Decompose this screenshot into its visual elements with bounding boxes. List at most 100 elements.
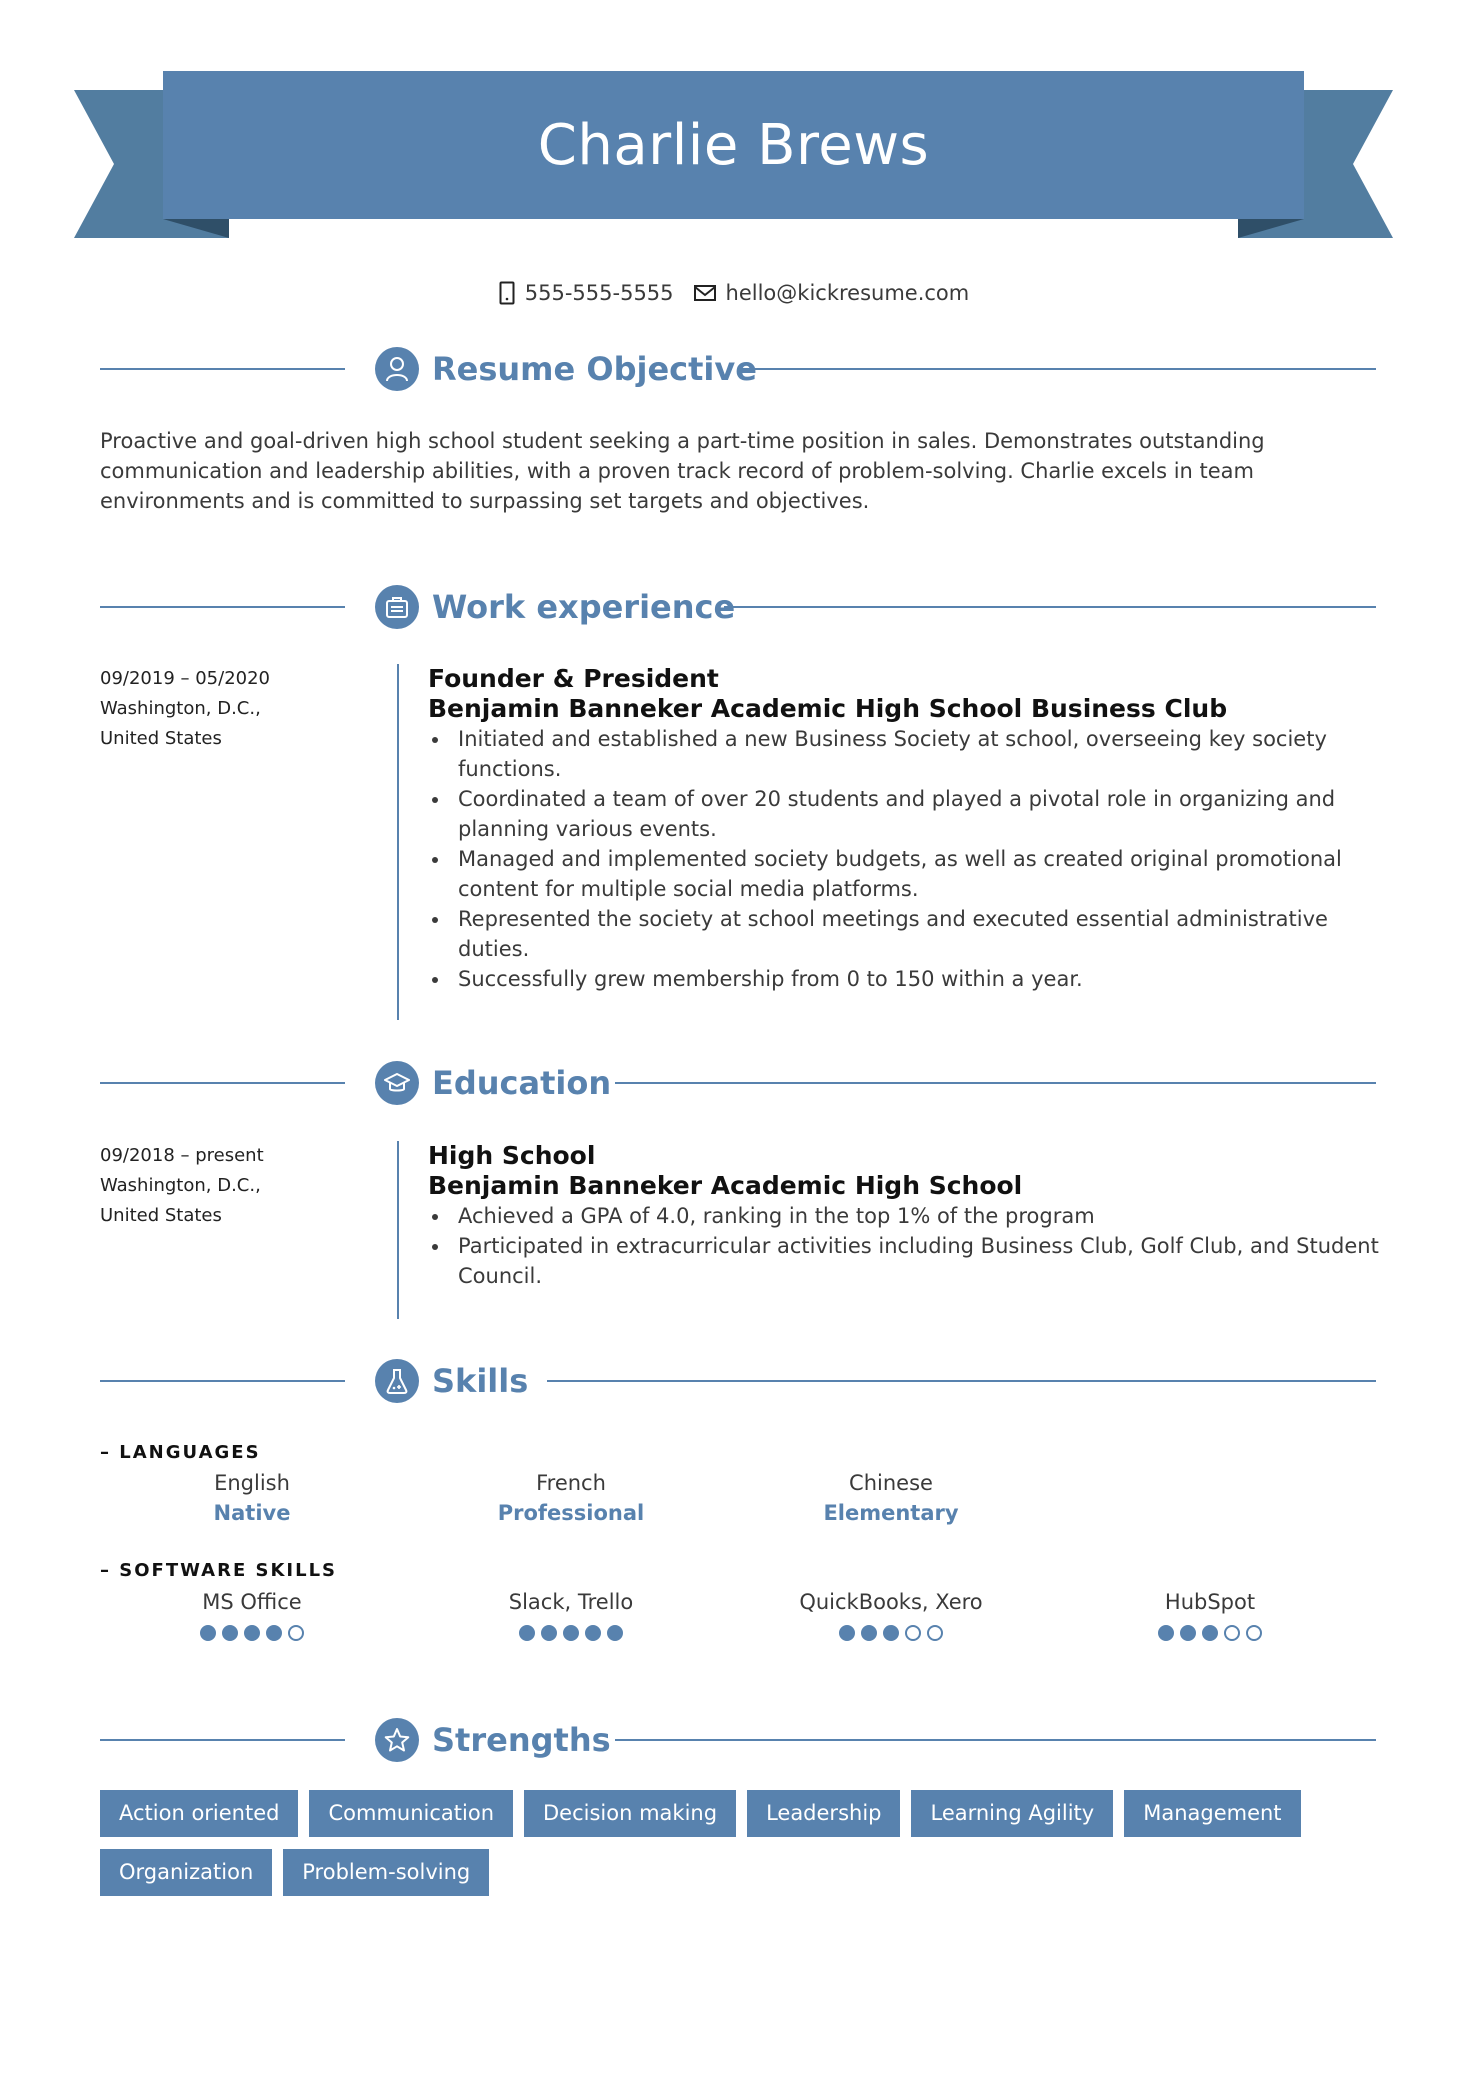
rating-dot-filled (1180, 1625, 1196, 1641)
rating-dot-filled (222, 1625, 238, 1641)
section-title: Education (432, 1064, 612, 1102)
entry-meta: 09/2019 – 05/2020 Washington, D.C., Unit… (100, 664, 360, 754)
briefcase-icon (375, 585, 419, 629)
strength-tag: Management (1124, 1790, 1301, 1837)
software-item: QuickBooks, Xero (761, 1587, 1021, 1641)
strength-tag: Organization (100, 1849, 273, 1896)
entry-divider (397, 1141, 399, 1319)
divider-line (740, 368, 1376, 370)
divider-line (100, 606, 345, 608)
language-level: Professional (497, 1501, 645, 1525)
section-title: Resume Objective (432, 350, 757, 388)
entry-city: Washington, D.C., (100, 1175, 261, 1196)
entry-organization: Benjamin Banneker Academic High School (428, 1171, 1023, 1200)
entry-organization: Benjamin Banneker Academic High School B… (428, 694, 1228, 723)
divider-line (100, 1380, 345, 1382)
rating-dot-filled (585, 1625, 601, 1641)
divider-line (724, 606, 1376, 608)
objective-text: Proactive and goal-driven high school st… (100, 429, 1265, 513)
rating-dot-filled (1158, 1625, 1174, 1641)
skill-rating (441, 1625, 701, 1641)
section-title: Strengths (432, 1721, 611, 1759)
language-item: English Native (122, 1468, 382, 1528)
language-name: English (214, 1471, 290, 1495)
phone-item: 555-555-5555 (499, 281, 674, 305)
language-name: French (536, 1471, 606, 1495)
language-level: Native (213, 1501, 291, 1525)
software-item: HubSpot (1080, 1587, 1340, 1641)
software-name: HubSpot (1164, 1590, 1256, 1614)
flask-icon (375, 1359, 419, 1403)
star-icon (375, 1718, 419, 1762)
contact-line: 555-555-5555 hello@kickresume.com (0, 276, 1468, 310)
strength-tag: Decision making (524, 1790, 737, 1837)
strength-tag: Learning Agility (911, 1790, 1114, 1837)
rating-dot-empty (905, 1625, 921, 1641)
strength-tag: Communication (309, 1790, 514, 1837)
envelope-icon (693, 285, 716, 301)
rating-dot-filled (519, 1625, 535, 1641)
rating-dot-filled (244, 1625, 260, 1641)
phone-number[interactable]: 555-555-5555 (525, 281, 674, 305)
bullet-item: Represented the society at school meetin… (428, 904, 1388, 964)
user-icon (375, 347, 419, 391)
divider-line (615, 1082, 1376, 1084)
section-header-work: Work experience (100, 583, 1376, 631)
entry-bullets: Initiated and established a new Business… (428, 724, 1388, 994)
entry-role: High School (428, 1141, 596, 1170)
language-item: Chinese Elementary (761, 1468, 1021, 1528)
divider-line (100, 1739, 345, 1741)
strength-tags: Action oriented Communication Decision m… (100, 1790, 1380, 1896)
entry-bullets: Achieved a GPA of 4.0, ranking in the to… (428, 1201, 1388, 1291)
software-name: MS Office (202, 1590, 302, 1614)
rating-dot-filled (607, 1625, 623, 1641)
languages-label: – LANGUAGES (100, 1442, 261, 1463)
entry-body: Founder & President Benjamin Banneker Ac… (428, 664, 1388, 994)
entry-dates: 09/2018 – present (100, 1145, 264, 1166)
divider-line (100, 368, 345, 370)
entry-country: United States (100, 1205, 222, 1226)
email-item: hello@kickresume.com (693, 281, 970, 305)
rating-dot-empty (927, 1625, 943, 1641)
graduation-cap-icon (375, 1061, 419, 1105)
language-level: Elementary (823, 1501, 959, 1525)
rating-dot-empty (1224, 1625, 1240, 1641)
section-header-strengths: Strengths (100, 1716, 1376, 1764)
rating-dot-filled (861, 1625, 877, 1641)
rating-dot-empty (1246, 1625, 1262, 1641)
rating-dot-empty (288, 1625, 304, 1641)
software-item: Slack, Trello (441, 1587, 701, 1641)
entry-role: Founder & President (428, 664, 719, 693)
bullet-item: Successfully grew membership from 0 to 1… (428, 964, 1388, 994)
bullet-item: Coordinated a team of over 20 students a… (428, 784, 1388, 844)
education-entry: 09/2018 – present Washington, D.C., Unit… (100, 1141, 1379, 1321)
section-header-skills: Skills (100, 1357, 1376, 1405)
bullet-item: Managed and implemented society budgets,… (428, 844, 1388, 904)
divider-line (547, 1380, 1376, 1382)
divider-line (615, 1739, 1376, 1741)
language-item: French Professional (441, 1468, 701, 1528)
entry-body: High School Benjamin Banneker Academic H… (428, 1141, 1388, 1291)
candidate-name: Charlie Brews (537, 112, 930, 178)
software-skills-label: – SOFTWARE SKILLS (100, 1560, 338, 1581)
skill-rating (122, 1625, 382, 1641)
section-header-objective: Resume Objective (100, 345, 1376, 393)
section-title: Work experience (432, 588, 736, 626)
rating-dot-filled (563, 1625, 579, 1641)
software-name: Slack, Trello (508, 1590, 634, 1614)
skill-rating (761, 1625, 1021, 1641)
strength-tag: Leadership (747, 1790, 901, 1837)
rating-dot-filled (266, 1625, 282, 1641)
language-name: Chinese (849, 1471, 933, 1495)
skill-rating (1080, 1625, 1340, 1641)
section-header-education: Education (100, 1059, 1376, 1107)
bullet-item: Initiated and established a new Business… (428, 724, 1388, 784)
strength-tag: Problem-solving (283, 1849, 490, 1896)
strength-tag: Action oriented (100, 1790, 299, 1837)
software-item: MS Office (122, 1587, 382, 1641)
email-address[interactable]: hello@kickresume.com (726, 281, 970, 305)
section-title: Skills (432, 1362, 529, 1400)
rating-dot-filled (883, 1625, 899, 1641)
entry-city: Washington, D.C., (100, 698, 261, 719)
entry-country: United States (100, 728, 222, 749)
